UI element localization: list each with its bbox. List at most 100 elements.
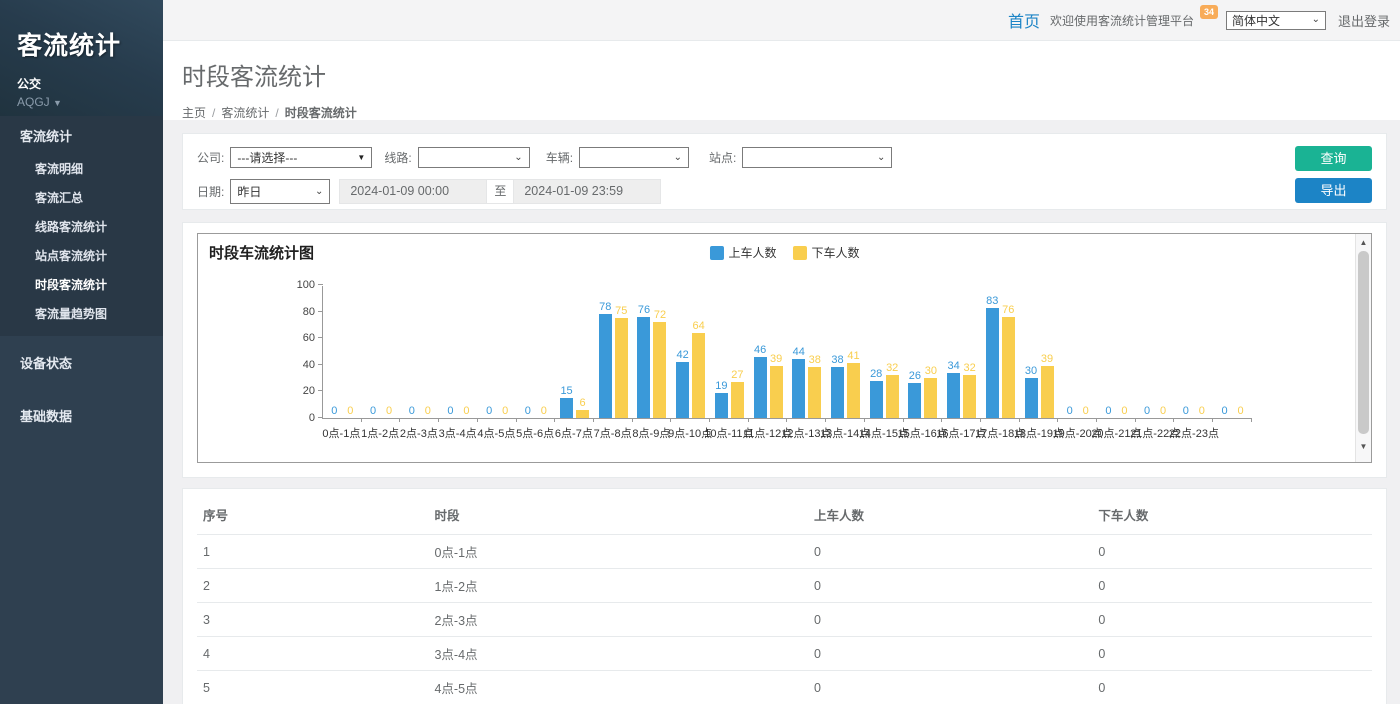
y-axis-tick-label: 40 xyxy=(287,359,315,371)
bar-value-label: 30 xyxy=(925,365,937,378)
sidebar-subitem[interactable]: 客流明细 xyxy=(0,154,163,183)
sidebar-item[interactable]: 客流统计 xyxy=(0,116,163,154)
table-header-cell: 上车人数 xyxy=(808,495,1092,535)
bar-column: 0 xyxy=(1218,405,1231,418)
date-from-input[interactable]: 2024-01-09 00:00 xyxy=(339,179,487,204)
filter-panel: 公司: ---请选择--- ▼ 线路: ⌄ 车辆: ⌄ 站点 xyxy=(182,133,1387,210)
table-cell: 0 xyxy=(808,603,1092,637)
export-button[interactable]: 导出 xyxy=(1295,178,1372,203)
legend-item: 下车人数 xyxy=(793,244,860,261)
chart-scrollbar[interactable]: ▲ ▼ xyxy=(1355,234,1371,462)
search-button[interactable]: 查询 xyxy=(1295,146,1372,171)
sidebar-item[interactable]: 基础数据 xyxy=(0,399,163,432)
bar-group: 3841 xyxy=(826,286,865,418)
sidebar-subitem[interactable]: 客流量趋势图 xyxy=(0,299,163,328)
bar-group: 00 xyxy=(1097,286,1136,418)
x-axis-tick xyxy=(554,418,555,422)
bar xyxy=(715,393,728,418)
bar-column: 0 xyxy=(367,405,380,418)
app-root: 客流统计 公交 AQGJ ▼ 客流统计客流明细客流汇总线路客流统计站点客流统计时… xyxy=(0,0,1400,704)
x-axis-tick xyxy=(941,418,942,422)
scroll-up-icon[interactable]: ▲ xyxy=(1356,236,1371,250)
bar-value-label: 42 xyxy=(677,349,689,362)
bar-column: 0 xyxy=(483,405,496,418)
x-axis-label: 8点-9点 xyxy=(632,425,671,441)
bar-column: 0 xyxy=(1195,405,1208,418)
sidebar-subitem[interactable]: 时段客流统计 xyxy=(0,270,163,299)
bar-group: 00 xyxy=(1136,286,1175,418)
date-to-input[interactable]: 2024-01-09 23:59 xyxy=(513,179,661,204)
sidebar-subitem[interactable]: 线路客流统计 xyxy=(0,212,163,241)
home-link[interactable]: 首页 xyxy=(1008,8,1040,32)
company-code: AQGJ xyxy=(17,95,50,109)
table-row: 21点-2点00 xyxy=(197,569,1372,603)
bar xyxy=(770,366,783,418)
breadcrumb-item[interactable]: 客流统计 xyxy=(221,106,269,120)
breadcrumb-separator: / xyxy=(212,106,215,120)
bar-column: 38 xyxy=(831,354,844,418)
bar-group: 1927 xyxy=(710,286,749,418)
y-axis-tick-label: 20 xyxy=(287,385,315,397)
x-axis-label: 6点-7点 xyxy=(555,425,594,441)
bar-column: 0 xyxy=(1063,405,1076,418)
bar-column: 0 xyxy=(383,405,396,418)
company-selector[interactable]: AQGJ ▼ xyxy=(17,95,163,109)
bar-column: 38 xyxy=(808,354,821,418)
y-axis-tick-label: 60 xyxy=(287,332,315,344)
sidebar-item[interactable]: 设备状态 xyxy=(0,346,163,379)
page-heading: 时段客流统计 主页/客流统计/时段客流统计 xyxy=(163,41,1400,120)
sidebar-subitem[interactable]: 站点客流统计 xyxy=(0,241,163,270)
bar-group: 3432 xyxy=(942,286,981,418)
vehicle-select[interactable]: ⌄ xyxy=(579,147,689,168)
app-title: 客流统计 xyxy=(17,26,163,62)
bar-column: 19 xyxy=(715,380,728,418)
bar-group: 00 xyxy=(323,286,362,418)
company-label: 公司: xyxy=(197,149,224,166)
bar xyxy=(731,382,744,418)
table-cell: 0 xyxy=(1092,535,1372,569)
table-row: 10点-1点00 xyxy=(197,535,1372,569)
bar-value-label: 30 xyxy=(1025,365,1037,378)
bar-value-label: 41 xyxy=(847,350,859,363)
bar-column: 0 xyxy=(1118,405,1131,418)
sidebar-section: 基础数据 xyxy=(0,389,163,442)
table-cell: 0 xyxy=(808,637,1092,671)
logout-link[interactable]: 退出登录 xyxy=(1338,11,1390,30)
chevron-down-icon: ⌄ xyxy=(315,187,323,197)
table-panel: 序号时段上车人数下车人数 10点-1点0021点-2点0032点-3点0043点… xyxy=(182,488,1387,704)
x-axis-tick xyxy=(1212,418,1213,422)
bar-column: 6 xyxy=(576,397,589,418)
bar xyxy=(676,362,689,418)
bar-column: 0 xyxy=(537,405,550,418)
bar-value-label: 0 xyxy=(370,405,376,418)
sidebar-subitem[interactable]: 客流汇总 xyxy=(0,183,163,212)
station-select[interactable]: ⌄ xyxy=(742,147,892,168)
x-axis-label: 0点-1点 xyxy=(322,425,361,441)
bar-value-label: 0 xyxy=(463,405,469,418)
table-cell: 3点-4点 xyxy=(428,637,808,671)
bar-value-label: 0 xyxy=(1199,405,1205,418)
breadcrumb-separator: / xyxy=(275,106,278,120)
bar-column: 0 xyxy=(1141,405,1154,418)
bar-value-label: 26 xyxy=(909,370,921,383)
bar-column: 72 xyxy=(653,309,666,418)
scrollbar-thumb[interactable] xyxy=(1358,251,1369,434)
bar-value-label: 0 xyxy=(1067,405,1073,418)
x-axis-tick xyxy=(1135,418,1136,422)
breadcrumb-item[interactable]: 主页 xyxy=(182,106,206,120)
bar xyxy=(808,367,821,418)
x-axis-tick xyxy=(1251,418,1252,422)
chart-panel: 时段车流统计图 上车人数下车人数 02040608010000000000000… xyxy=(182,222,1387,478)
notification-badge[interactable]: 34 xyxy=(1200,5,1218,19)
date-preset-select[interactable]: 昨日 ⌄ xyxy=(230,179,330,204)
scroll-down-icon[interactable]: ▼ xyxy=(1356,440,1371,454)
company-select[interactable]: ---请选择--- ▼ xyxy=(230,147,372,168)
bar-group: 4438 xyxy=(787,286,826,418)
bar xyxy=(637,317,650,418)
x-axis-tick xyxy=(1173,418,1174,422)
language-select[interactable]: 简体中文 ⌄ xyxy=(1226,11,1326,30)
table-row: 32点-3点00 xyxy=(197,603,1372,637)
chevron-down-icon: ▼ xyxy=(53,98,62,108)
x-axis-label-text: 2点-3点 xyxy=(400,425,438,441)
line-select[interactable]: ⌄ xyxy=(418,147,530,168)
